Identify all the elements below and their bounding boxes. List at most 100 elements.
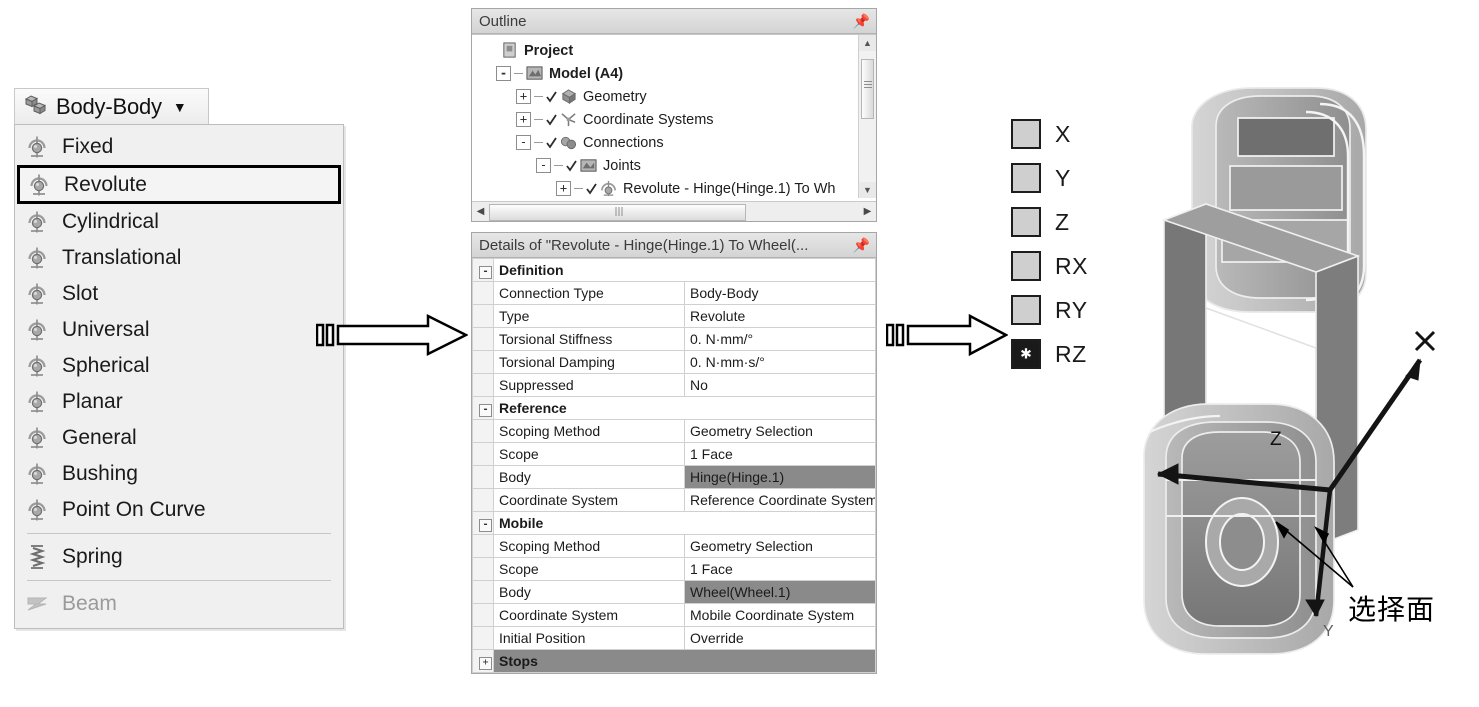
details-value[interactable]: 0. N·mm/° [684, 327, 876, 351]
dof-label: Z [1055, 208, 1070, 235]
details-row-coordinate-system[interactable]: Coordinate System Reference Coordinate Sy… [472, 488, 876, 512]
menu-item-fixed[interactable]: Fixed [15, 129, 343, 165]
menu-item-slot[interactable]: Slot [15, 276, 343, 312]
pin-icon[interactable]: 📌 [853, 13, 870, 30]
collapse-toggle-icon[interactable]: - [472, 258, 494, 282]
tree-node-connections[interactable]: - Connections [476, 131, 876, 154]
details-value[interactable]: No [684, 373, 876, 397]
dof-checkbox-x[interactable] [1011, 119, 1041, 149]
collapse-toggle-icon[interactable]: - [472, 511, 494, 535]
dof-row-rz[interactable]: RZ [1011, 332, 1088, 376]
menu-item-label: Beam [62, 592, 117, 615]
tree-node-geometry[interactable]: + Geometry [476, 85, 876, 108]
details-row-type[interactable]: Type Revolute [472, 304, 876, 328]
details-row-scope[interactable]: Scope 1 Face [472, 557, 876, 581]
details-row-suppressed[interactable]: Suppressed No [472, 373, 876, 397]
menu-item-cylindrical[interactable]: Cylindrical [15, 204, 343, 240]
outline-vertical-scrollbar[interactable]: ▲ ▼ [858, 35, 876, 198]
project-icon [500, 42, 524, 59]
expand-toggle-icon[interactable]: + [516, 89, 531, 104]
tree-node-coordinate-systems[interactable]: + Coordinate Systems [476, 108, 876, 131]
details-value[interactable]: Revolute [684, 304, 876, 328]
collapse-toggle-icon[interactable]: - [516, 135, 531, 150]
dof-row-ry[interactable]: RY [1011, 288, 1088, 332]
tree-node-revolute-hinge-hinge-1-to-wh[interactable]: + Revolute - Hinge(Hinge.1) To Wh [476, 177, 876, 198]
details-value[interactable]: Geometry Selection [684, 534, 876, 558]
outline-tree[interactable]: Project - Model (A4) + Geometry + Coordinate S… [472, 34, 876, 198]
collapse-toggle-icon[interactable]: - [472, 396, 494, 420]
details-row-initial-position[interactable]: Initial Position Override [472, 626, 876, 650]
dof-checkbox-rz[interactable] [1011, 339, 1041, 369]
details-value[interactable]: Body-Body [684, 281, 876, 305]
details-value[interactable]: Wheel(Wheel.1) [684, 580, 876, 604]
details-value[interactable]: Hinge(Hinge.1) [684, 465, 876, 489]
collapse-toggle-icon[interactable]: - [536, 158, 551, 173]
details-row-coordinate-system[interactable]: Coordinate System Mobile Coordinate Syste… [472, 603, 876, 627]
details-row-definition[interactable]: - Definition [472, 258, 876, 282]
joint-type-menu-list[interactable]: Fixed Revolute Cylindrical Translational Slo… [14, 124, 344, 629]
outline-panel: Outline 📌 Project - Model (A4) + Geometry + Co… [471, 8, 877, 222]
menu-item-spring[interactable]: Spring [15, 539, 343, 575]
menu-item-point-on-curve[interactable]: Point On Curve [15, 492, 343, 528]
details-row-scoping-method[interactable]: Scoping Method Geometry Selection [472, 419, 876, 443]
caret-left-icon[interactable]: ◀ [472, 203, 489, 220]
details-key: Connection Type [493, 281, 685, 305]
details-value[interactable]: Override [684, 626, 876, 650]
dof-checkbox-list[interactable]: XYZ RX RY RZ [1011, 112, 1088, 376]
details-row-scope[interactable]: Scope 1 Face [472, 442, 876, 466]
body-body-menu-button[interactable]: Body-Body ▼ [14, 88, 209, 124]
dof-checkbox-ry[interactable] [1011, 295, 1041, 325]
details-value[interactable]: Mobile Coordinate System [684, 603, 876, 627]
dof-checkbox-y[interactable] [1011, 163, 1041, 193]
details-value[interactable]: Geometry Selection [684, 419, 876, 443]
joint-type-dropdown[interactable]: Body-Body ▼ Fixed Revolute Cylindrical Tran… [14, 88, 344, 629]
details-row-mobile[interactable]: - Mobile [472, 511, 876, 535]
tree-node-joints[interactable]: - Joints [476, 154, 876, 177]
caret-down-icon[interactable]: ▼ [859, 182, 876, 198]
details-value[interactable]: Reference Coordinate System [684, 488, 876, 512]
details-row-body[interactable]: Body Hinge(Hinge.1) [472, 465, 876, 489]
details-row-reference[interactable]: - Reference [472, 396, 876, 420]
details-value[interactable]: 1 Face [684, 442, 876, 466]
dof-checkbox-rx[interactable] [1011, 251, 1041, 281]
caret-up-icon[interactable]: ▲ [859, 35, 876, 51]
joint-icon [25, 426, 49, 450]
pin-icon[interactable]: 📌 [853, 237, 870, 254]
menu-item-general[interactable]: General [15, 420, 343, 456]
tree-node-model-a4[interactable]: - Model (A4) [476, 62, 876, 85]
dof-row-rx[interactable]: RX [1011, 244, 1088, 288]
menu-item-bushing[interactable]: Bushing [15, 456, 343, 492]
expand-toggle-icon[interactable]: + [516, 112, 531, 127]
expand-toggle-icon[interactable]: + [472, 649, 494, 673]
details-row-stops[interactable]: + Stops [472, 649, 876, 673]
dof-checkbox-z[interactable] [1011, 207, 1041, 237]
details-value[interactable]: 1 Face [684, 557, 876, 581]
tree-node-project[interactable]: Project [476, 39, 876, 62]
menu-item-label: Point On Curve [62, 498, 206, 521]
menu-item-spherical[interactable]: Spherical [15, 348, 343, 384]
details-row-torsional-stiffness[interactable]: Torsional Stiffness 0. N·mm/° [472, 327, 876, 351]
details-row-scoping-method[interactable]: Scoping Method Geometry Selection [472, 534, 876, 558]
dof-row-z[interactable]: Z [1011, 200, 1088, 244]
menu-item-planar[interactable]: Planar [15, 384, 343, 420]
tree-node-label: Project [524, 42, 574, 59]
details-row-connection-type[interactable]: Connection Type Body-Body [472, 281, 876, 305]
details-value[interactable]: 0. N·mm·s/° [684, 350, 876, 374]
dof-row-y[interactable]: Y [1011, 156, 1088, 200]
scrollbar-track-horizontal[interactable] [489, 204, 859, 221]
details-key: Scoping Method [493, 534, 685, 558]
caret-right-icon[interactable]: ▶ [859, 203, 876, 220]
expand-toggle-icon[interactable]: + [556, 181, 571, 196]
scrollbar-thumb-vertical[interactable] [861, 59, 874, 119]
collapse-toggle-icon[interactable]: - [496, 66, 511, 81]
details-row-body[interactable]: Body Wheel(Wheel.1) [472, 580, 876, 604]
details-row-torsional-damping[interactable]: Torsional Damping 0. N·mm·s/° [472, 350, 876, 374]
details-table[interactable]: - Definition Connection Type Body-Body Type R… [472, 258, 876, 673]
dof-row-x[interactable]: X [1011, 112, 1088, 156]
model-viewport-3d[interactable]: Z Y [1120, 60, 1479, 660]
menu-item-universal[interactable]: Universal [15, 312, 343, 348]
outline-horizontal-scrollbar[interactable]: ◀ ▶ [472, 201, 876, 221]
menu-item-translational[interactable]: Translational [15, 240, 343, 276]
menu-item-beam: Beam [15, 586, 343, 622]
menu-item-revolute[interactable]: Revolute [17, 165, 341, 204]
